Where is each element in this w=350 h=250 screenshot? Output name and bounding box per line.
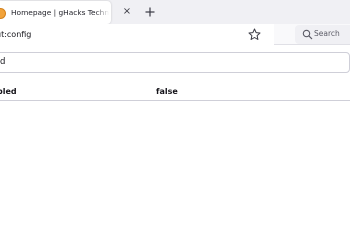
tab-strip: Homepage | gHacks Technology News × — [0, 0, 350, 26]
search-icon — [302, 29, 313, 40]
config-search-input[interactable]: d — [0, 52, 350, 73]
navigation-toolbar: ut:config Search — [0, 24, 350, 45]
search-placeholder: Search — [314, 29, 340, 38]
address-bar[interactable]: ut:config — [0, 24, 274, 45]
preference-value[interactable]: false — [156, 85, 178, 98]
tab-close-icon[interactable]: × — [122, 6, 132, 18]
config-search-text[interactable]: d — [0, 56, 5, 69]
tab-ghacks[interactable]: Homepage | gHacks Technology News — [0, 1, 111, 24]
preference-row[interactable]: bled false — [0, 82, 350, 101]
preference-name: bled — [0, 87, 17, 96]
search-bar[interactable]: Search — [295, 25, 350, 44]
ghacks-favicon-icon — [0, 8, 6, 19]
tab-title: Homepage | gHacks Technology News — [11, 8, 109, 17]
plus-icon[interactable] — [143, 5, 157, 19]
address-bar-text[interactable]: ut:config — [0, 28, 31, 41]
star-icon[interactable] — [248, 28, 261, 41]
